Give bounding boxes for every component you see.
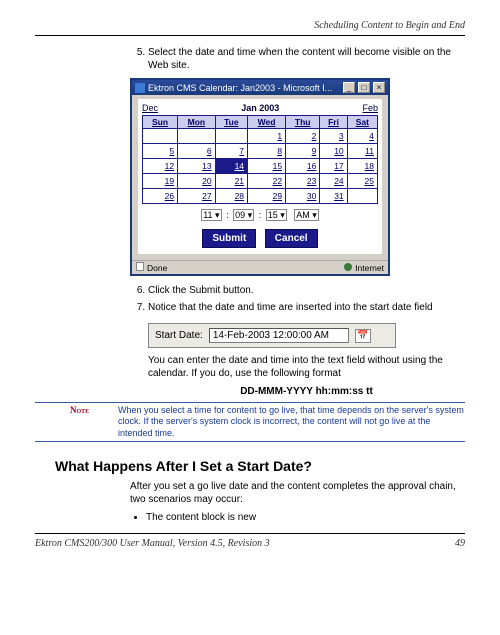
calendar-day-cell[interactable]: 23 [286,174,319,188]
calendar-day-header: Tue [216,116,247,128]
calendar-day-cell[interactable]: 3 [320,129,346,143]
calendar-day-cell[interactable]: 2 [286,129,319,143]
maximize-button[interactable]: □ [358,82,370,93]
start-date-label: Start Date: [155,330,203,341]
note-label: Note [70,405,110,439]
month-title: Jan 2003 [241,103,279,113]
window-title-text: Ektron CMS Calendar: Jan2003 - Microsoft… [148,83,340,93]
status-right-text: Internet [355,263,384,273]
window-titlebar: Ektron CMS Calendar: Jan2003 - Microsoft… [132,80,388,95]
calendar-day-cell[interactable]: 31 [320,189,346,203]
note-rule-top [35,402,465,403]
calendar-day-cell[interactable]: 14 [216,159,247,173]
calendar-day-header: Sat [348,116,377,128]
calendar-day-cell[interactable]: 4 [348,129,377,143]
calendar-day-cell[interactable]: 25 [348,174,377,188]
page-number: 49 [455,538,465,549]
calendar-day-cell[interactable]: 30 [286,189,319,203]
format-pattern: DD-MMM-YYYY hh:mm:ss tt [148,386,465,397]
calendar-day-cell[interactable]: 12 [143,159,177,173]
section-paragraph: After you set a go live date and the con… [130,480,465,506]
calendar-window: Ektron CMS Calendar: Jan2003 - Microsoft… [130,78,390,276]
calendar-day-cell[interactable]: 27 [178,189,215,203]
note-block: Note When you select a time for content … [35,405,465,439]
next-month-link[interactable]: Feb [362,103,378,113]
calendar-day-cell[interactable]: 9 [286,144,319,158]
minimize-button[interactable]: _ [343,82,355,93]
submit-button[interactable]: Submit [202,229,256,248]
ie-icon [135,83,145,93]
calendar-day-cell[interactable]: 8 [248,144,285,158]
calendar-day-cell[interactable]: 19 [143,174,177,188]
calendar-icon[interactable]: 📅 [355,329,371,343]
calendar-day-cell[interactable]: 28 [216,189,247,203]
status-left-text: Done [147,263,167,273]
prev-month-link[interactable]: Dec [142,103,158,113]
calendar-day-cell[interactable]: 5 [143,144,177,158]
footer-left: Ektron CMS200/300 User Manual, Version 4… [35,538,270,549]
calendar-day-cell[interactable]: 1 [248,129,285,143]
status-bar: Done Internet [132,260,388,274]
scenario-bullets: The content block is new [130,512,465,523]
globe-icon [344,263,352,271]
calendar-day-header: Fri [320,116,346,128]
calendar-day-cell[interactable]: 22 [248,174,285,188]
calendar-day-cell[interactable]: 7 [216,144,247,158]
calendar-day-header: Thu [286,116,319,128]
hour-select[interactable]: 11 ▾ [201,209,221,221]
close-button[interactable]: × [373,82,385,93]
bullet-item: The content block is new [146,512,465,523]
calendar-day-cell [216,129,247,143]
running-header: Scheduling Content to Begin and End [35,20,465,31]
instruction-steps-continued: Click the Submit button. Notice that the… [130,284,465,314]
calendar-day-header: Mon [178,116,215,128]
calendar-grid: SunMonTueWedThuFriSat 123456789101112131… [142,115,378,204]
calendar-day-cell[interactable]: 17 [320,159,346,173]
calendar-day-cell[interactable]: 29 [248,189,285,203]
second-select[interactable]: 15 ▾ [266,209,287,221]
calendar-day-cell [348,189,377,203]
note-text: When you select a time for content to go… [118,405,465,439]
calendar-day-cell[interactable]: 20 [178,174,215,188]
format-instruction-text: You can enter the date and time into the… [148,354,465,380]
time-picker-row: 11 ▾ : 09 ▾ : 15 ▾ AM ▾ [142,210,378,221]
footer-rule [35,533,465,534]
calendar-day-cell[interactable]: 10 [320,144,346,158]
step-6: Click the Submit button. [148,284,465,297]
instruction-steps: Select the date and time when the conten… [130,46,465,72]
calendar-day-cell [178,129,215,143]
start-date-input[interactable] [209,328,349,343]
calendar-day-header: Sun [143,116,177,128]
ampm-select[interactable]: AM ▾ [294,209,319,221]
calendar-day-header: Wed [248,116,285,128]
calendar-day-cell[interactable]: 13 [178,159,215,173]
calendar-day-cell[interactable]: 15 [248,159,285,173]
note-rule-bottom [35,441,465,442]
calendar-day-cell[interactable]: 18 [348,159,377,173]
calendar-day-cell[interactable]: 21 [216,174,247,188]
minute-select[interactable]: 09 ▾ [233,209,254,221]
calendar-day-cell [143,129,177,143]
start-date-field-figure: Start Date: 📅 [148,323,396,348]
calendar-day-cell[interactable]: 16 [286,159,319,173]
header-rule [35,35,465,36]
calendar-day-cell[interactable]: 11 [348,144,377,158]
cancel-button[interactable]: Cancel [265,229,318,248]
calendar-day-cell[interactable]: 6 [178,144,215,158]
step-5: Select the date and time when the conten… [148,46,465,72]
calendar-screenshot: Ektron CMS Calendar: Jan2003 - Microsoft… [130,78,465,276]
section-heading: What Happens After I Set a Start Date? [55,458,465,474]
document-icon [136,262,144,271]
step-7: Notice that the date and time are insert… [148,301,465,314]
calendar-day-cell[interactable]: 26 [143,189,177,203]
calendar-day-cell[interactable]: 24 [320,174,346,188]
